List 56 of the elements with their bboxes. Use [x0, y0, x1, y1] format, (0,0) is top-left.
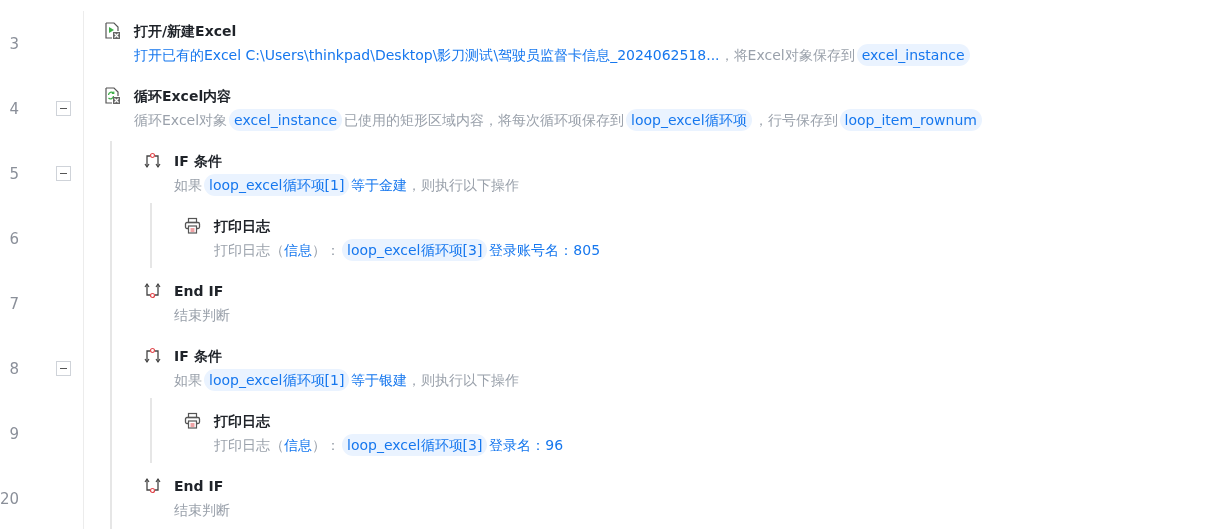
printer-icon [184, 412, 201, 429]
line-number: 9 [9, 424, 19, 443]
value-text: 等于银建 [351, 371, 408, 390]
description-text: 已使用的矩形区域内容，将每次循环项保存到 [344, 111, 624, 130]
description-text: 如果 [174, 176, 202, 195]
value-text: 登录名：96 [489, 436, 564, 455]
description-text: 打印日志（ [214, 241, 284, 260]
variable-tag: loop_excel循环项[3] [342, 239, 488, 261]
description-text: ，将Excel对象保存到 [719, 46, 855, 65]
description-text: ，则执行以下操作 [407, 176, 520, 195]
variable-tag: loop_item_rownum [839, 109, 982, 131]
description-text: 结束判断 [174, 306, 230, 325]
step-title: 打印日志 [214, 217, 271, 236]
variable-tag: excel_instance [856, 44, 970, 66]
merge-arrows-icon [144, 477, 161, 494]
description-text: 结束判断 [174, 501, 230, 520]
line-number: 20 [0, 489, 19, 508]
document-play-icon [104, 22, 121, 39]
description-text: 如果 [174, 371, 202, 390]
step-title: IF 条件 [174, 152, 223, 171]
description-text: ，则执行以下操作 [407, 371, 520, 390]
step-title: 打印日志 [214, 412, 271, 431]
collapse-button[interactable] [56, 166, 71, 181]
value-text: 信息 [284, 436, 312, 455]
value-text: 信息 [284, 241, 312, 260]
variable-tag: loop_excel循环项[1] [204, 369, 350, 391]
line-number: 5 [9, 164, 19, 183]
line-number: 3 [9, 34, 19, 53]
line-number: 6 [9, 229, 19, 248]
value-text: 等于金建 [351, 176, 408, 195]
value-text: 打开已有的Excel C:\Users\thinkpad\Desktop\影刀测试\驾驶员监督卡信息_2024062518... [134, 46, 720, 65]
branch-arrows-icon [144, 152, 161, 169]
line-number: 8 [9, 359, 19, 378]
step-title: 循环Excel内容 [134, 87, 233, 106]
variable-tag: loop_excel循环项 [626, 109, 752, 131]
description-text: ）： [312, 436, 340, 455]
value-text: 登录账号名：805 [489, 241, 601, 260]
description-text: 循环Excel对象 [134, 111, 228, 130]
collapse-button[interactable] [56, 361, 71, 376]
variable-tag: loop_excel循环项[1] [204, 174, 350, 196]
line-number: 4 [9, 99, 19, 118]
step-title: End IF [174, 282, 225, 301]
line-number: 7 [9, 294, 19, 313]
description-text: ）： [312, 241, 340, 260]
document-cycle-icon [104, 87, 121, 104]
collapse-button[interactable] [56, 101, 71, 116]
step-title: End IF [174, 477, 225, 496]
branch-arrows-icon [144, 347, 161, 364]
step-title: IF 条件 [174, 347, 223, 366]
merge-arrows-icon [144, 282, 161, 299]
variable-tag: loop_excel循环项[3] [342, 434, 488, 456]
step-title: 打开/新建Excel [134, 22, 238, 41]
printer-icon [184, 217, 201, 234]
description-text: ，行号保存到 [753, 111, 838, 130]
description-text: 打印日志（ [214, 436, 284, 455]
variable-tag: excel_instance [229, 109, 342, 131]
